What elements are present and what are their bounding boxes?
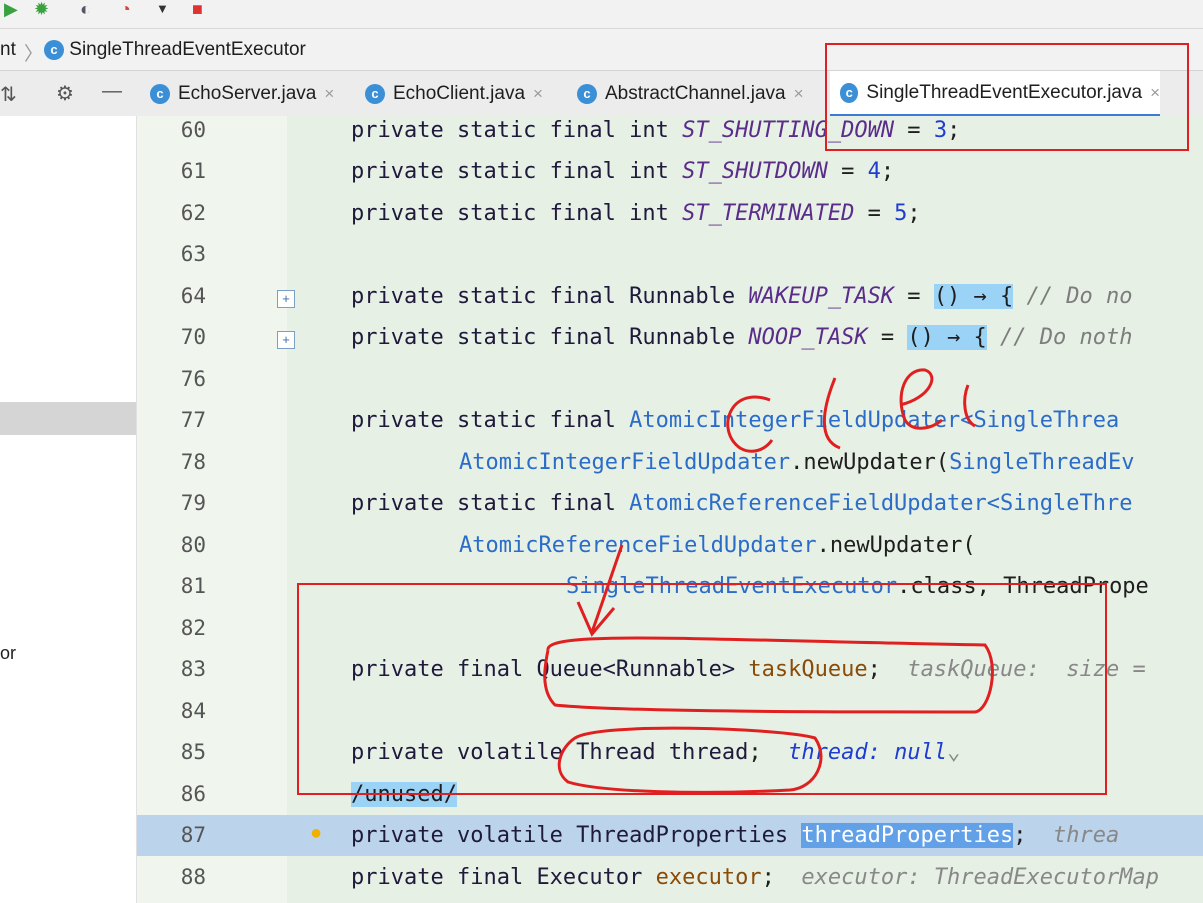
- line-number: 85: [180, 740, 206, 764]
- annotation-box-fields: [297, 583, 1107, 795]
- fold-expand-icon[interactable]: +: [277, 290, 295, 308]
- line-number: 77: [180, 408, 206, 432]
- minimize-icon[interactable]: —: [102, 80, 122, 103]
- profile-icon[interactable]: ◔: [120, 0, 131, 18]
- lightbulb-icon[interactable]: ●: [310, 822, 322, 845]
- code-line: private static final int ST_TERMINATED =…: [351, 201, 921, 226]
- annotation-box-tab: [825, 43, 1189, 151]
- line-number: 84: [180, 699, 206, 723]
- project-item-label[interactable]: or: [0, 643, 16, 664]
- breadcrumb-current-label: SingleThreadEventExecutor: [69, 39, 306, 60]
- class-icon: c: [577, 84, 597, 104]
- top-toolbar: ▶ ✹ ◐ ◔ ▼ ■: [0, 0, 1203, 28]
- line-number: 78: [180, 450, 206, 474]
- line-number: 63: [180, 242, 206, 266]
- line-number: 64: [180, 284, 206, 308]
- code-line: private static final Runnable WAKEUP_TAS…: [351, 284, 1133, 309]
- line-number: 82: [180, 616, 206, 640]
- line-number: 61: [180, 159, 206, 183]
- stop-icon[interactable]: ■: [192, 0, 203, 18]
- line-number: 62: [180, 201, 206, 225]
- line-number: 76: [180, 367, 206, 391]
- code-line: private volatile ThreadProperties thread…: [351, 823, 1120, 848]
- tab-label: AbstractChannel.java: [605, 83, 786, 104]
- close-icon[interactable]: ×: [533, 84, 543, 104]
- close-icon[interactable]: ×: [324, 84, 334, 104]
- line-number: 88: [180, 865, 206, 889]
- line-number: 83: [180, 657, 206, 681]
- line-number: 60: [180, 118, 206, 142]
- tab-label: EchoClient.java: [393, 83, 526, 104]
- tab-label: EchoServer.java: [178, 83, 317, 104]
- coverage-icon[interactable]: ◐: [80, 0, 91, 18]
- run-icon[interactable]: ▶: [4, 0, 18, 18]
- breadcrumb-current[interactable]: c SingleThreadEventExecutor: [44, 39, 306, 61]
- line-number: 86: [180, 782, 206, 806]
- line-number: 80: [180, 533, 206, 557]
- code-line: private static final int ST_SHUTDOWN = 4…: [351, 159, 895, 184]
- collapse-icon[interactable]: ⇅: [0, 82, 17, 107]
- line-number: 70: [180, 325, 206, 349]
- line-number: 79: [180, 491, 206, 515]
- fold-expand-icon[interactable]: +: [277, 331, 295, 349]
- code-line: private static final AtomicReferenceFiel…: [351, 491, 1133, 516]
- code-line: private static final Runnable NOOP_TASK …: [351, 325, 1133, 350]
- close-icon[interactable]: ×: [794, 84, 804, 104]
- code-line: AtomicReferenceFieldUpdater.newUpdater(: [459, 533, 976, 558]
- line-number: 81: [180, 574, 206, 598]
- class-icon: c: [44, 39, 64, 60]
- debug-icon[interactable]: ✹: [34, 0, 49, 18]
- gear-icon[interactable]: ⚙: [56, 81, 74, 106]
- project-panel: or: [0, 116, 137, 903]
- code-line: AtomicIntegerFieldUpdater.newUpdater(Sin…: [459, 450, 1135, 475]
- code-line: private final Executor executor; executo…: [351, 865, 1159, 890]
- class-icon: c: [150, 84, 170, 104]
- dropdown-icon[interactable]: ▼: [156, 0, 169, 18]
- class-icon: c: [365, 84, 385, 104]
- chevron-right-icon: 〉: [24, 44, 44, 65]
- code-line: private static final AtomicIntegerFieldU…: [351, 408, 1120, 433]
- line-number: 87: [180, 823, 206, 847]
- project-selected-row[interactable]: [0, 402, 136, 435]
- breadcrumb-prev[interactable]: nt: [0, 39, 16, 61]
